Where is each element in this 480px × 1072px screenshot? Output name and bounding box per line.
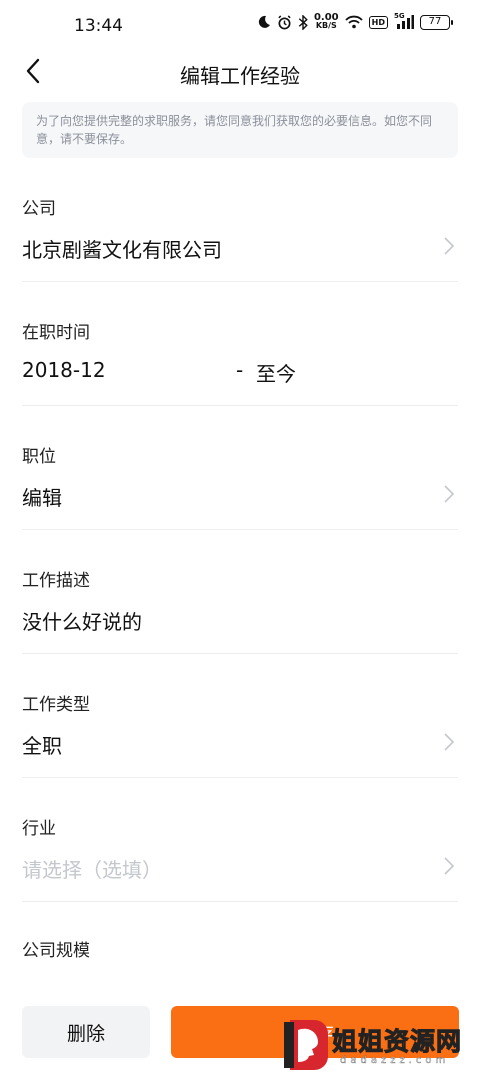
moon-icon <box>257 15 271 29</box>
position-label: 职位 <box>22 447 56 467</box>
position-value: 编辑 <box>22 486 62 510</box>
tenure-separator: - <box>236 358 244 382</box>
chevron-right-icon <box>442 856 456 876</box>
company-size-label: 公司规模 <box>22 941 90 961</box>
hd-badge: HD <box>368 15 388 29</box>
tenure-end-date[interactable]: 至今 <box>256 358 296 387</box>
job-type-field[interactable]: 工作类型 全职 <box>22 674 458 778</box>
signal-label: 5G <box>394 12 405 20</box>
chevron-right-icon <box>442 484 456 504</box>
tenure-field: 在职时间 2018-12 - 至今 <box>22 302 458 406</box>
nav-bar: 编辑工作经验 <box>0 52 480 96</box>
delete-button[interactable]: 删除 <box>22 1006 150 1058</box>
privacy-notice: 为了向您提供完整的求职服务，请您同意我们获取您的必要信息。如您不同意，请不要保存… <box>22 102 458 158</box>
company-field[interactable]: 公司 北京剧酱文化有限公司 <box>22 178 458 282</box>
watermark-subtext: dadazzz.com <box>340 1055 450 1066</box>
tenure-start-date[interactable]: 2018-12 <box>22 358 106 382</box>
status-time: 13:44 <box>74 16 123 36</box>
job-type-value: 全职 <box>22 734 62 758</box>
network-speed: 0.00 KB/S <box>314 13 339 30</box>
company-value: 北京剧酱文化有限公司 <box>22 238 222 262</box>
description-label: 工作描述 <box>22 571 90 591</box>
industry-label: 行业 <box>22 819 56 839</box>
watermark: 姐姐资源网 dadazzz.com <box>280 1018 476 1072</box>
company-label: 公司 <box>22 199 56 219</box>
industry-field[interactable]: 行业 请选择（选填） <box>22 798 458 902</box>
industry-placeholder: 请选择（选填） <box>22 858 162 882</box>
battery-indicator: 77 <box>420 14 453 30</box>
status-bar: 13:44 0.00 KB/S HD 5G 77 <box>0 0 480 52</box>
page-title: 编辑工作经验 <box>180 64 300 88</box>
job-type-label: 工作类型 <box>22 695 90 715</box>
description-field[interactable]: 工作描述 没什么好说的 <box>22 550 458 654</box>
chevron-right-icon <box>442 236 456 256</box>
chevron-right-icon <box>442 732 456 752</box>
status-icons: 0.00 KB/S HD 5G 77 <box>257 12 453 30</box>
signal-icon: 5G <box>394 12 414 29</box>
position-field[interactable]: 职位 编辑 <box>22 426 458 530</box>
wifi-icon <box>345 15 363 29</box>
watermark-text: 姐姐资源网 <box>331 1027 463 1057</box>
alarm-icon <box>277 14 292 30</box>
company-size-field[interactable]: 公司规模 <box>22 922 458 982</box>
bluetooth-icon <box>298 14 308 30</box>
tenure-label: 在职时间 <box>22 323 90 343</box>
network-speed-unit: KB/S <box>315 21 337 30</box>
description-value: 没什么好说的 <box>22 610 142 634</box>
watermark-logo-icon <box>280 1018 330 1070</box>
